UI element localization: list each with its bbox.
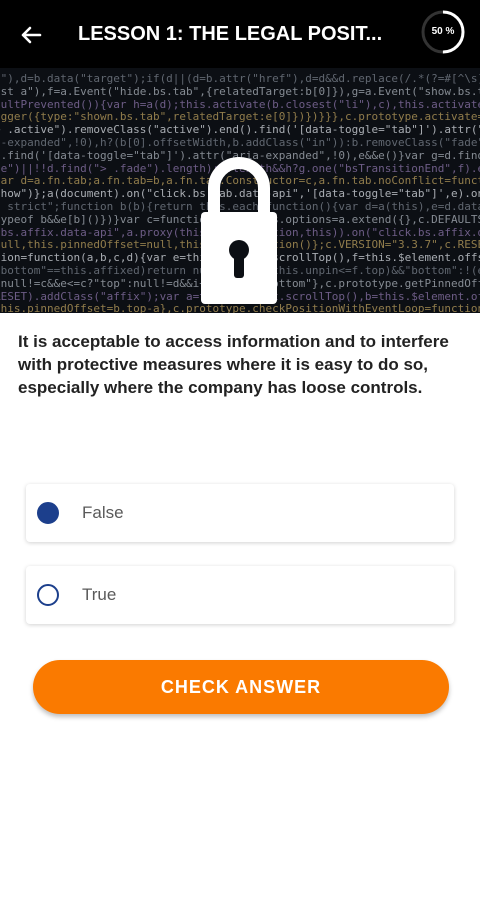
code-line: igger({type:"shown.bs.tab",relatedTarget… [0, 110, 480, 124]
hero-image: n"),d=b.data("target");if(d||(d=b.attr("… [0, 68, 480, 313]
arrow-left-icon[interactable] [16, 20, 46, 50]
option-false[interactable]: False [26, 484, 454, 542]
code-line: > .active").removeClass("active").end().… [0, 123, 480, 137]
top-bar: LESSON 1: THE LEGAL POSIT... 50 % [0, 0, 480, 68]
padlock-icon [201, 157, 277, 304]
code-line: n"),d=b.data("target");if(d||(d=b.attr("… [0, 72, 480, 85]
check-answer-button[interactable]: CHECK ANSWER [33, 660, 449, 714]
option-label: False [82, 503, 124, 522]
code-line: ast a"),f=a.Event("hide.bs.tab",{related… [0, 84, 480, 98]
question-text: It is acceptable to access information a… [18, 332, 449, 397]
radio-selected-icon[interactable] [37, 502, 59, 524]
option-true[interactable]: True [26, 566, 454, 624]
lesson-title: LESSON 1: THE LEGAL POSIT... [78, 23, 383, 45]
progress-label: 50 % [431, 26, 455, 37]
option-label: True [82, 585, 117, 604]
code-line: a-expanded",!0),h?(b[0].offsetWidth,b.ad… [0, 136, 480, 149]
radio-unselected-icon[interactable] [37, 584, 59, 606]
code-line: aultPrevented()){var h=a(d);this.activat… [0, 97, 480, 111]
